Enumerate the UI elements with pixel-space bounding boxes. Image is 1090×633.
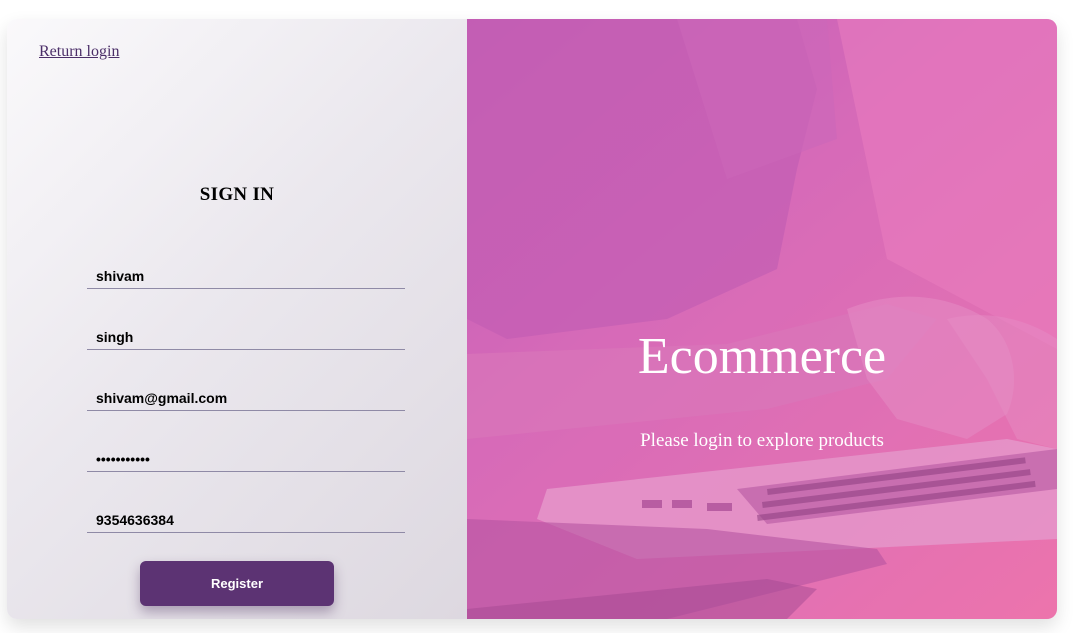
hero-title: Ecommerce — [637, 328, 887, 385]
phone-field[interactable] — [87, 507, 405, 533]
email-field[interactable] — [87, 385, 405, 411]
last-name-field[interactable] — [87, 324, 405, 350]
hero-subtitle: Please login to explore products — [640, 430, 884, 451]
return-login-link[interactable]: Return login — [39, 43, 119, 61]
first-name-field[interactable] — [87, 263, 405, 289]
hero-overlay — [467, 19, 1057, 619]
register-panel: Return login SIGN IN Register — [7, 19, 467, 619]
page-title: SIGN IN — [199, 184, 275, 205]
register-button[interactable]: Register — [140, 561, 334, 606]
hero-panel: Ecommerce Please login to explore produc… — [467, 19, 1057, 619]
register-card: Return login SIGN IN Register — [7, 19, 1057, 619]
password-field[interactable] — [87, 446, 405, 472]
